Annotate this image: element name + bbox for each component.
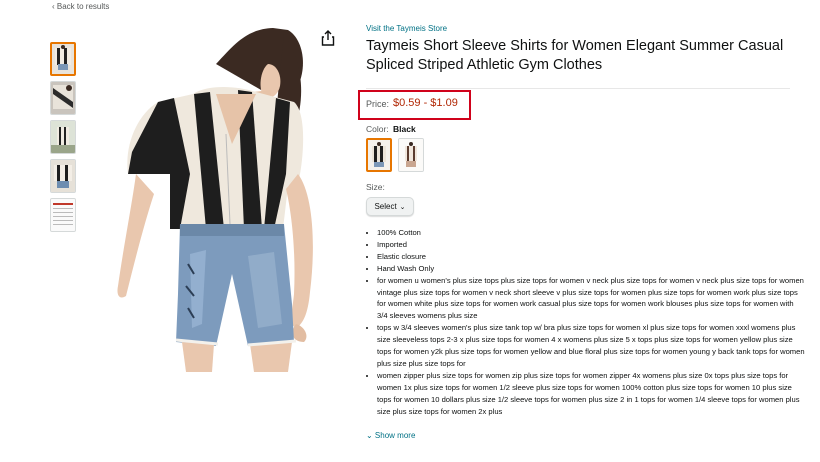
size-chart-thumbnail[interactable]	[50, 198, 76, 232]
color-label: Color:	[366, 124, 389, 134]
show-more-link[interactable]: ⌄ Show more	[366, 431, 415, 440]
product-title: Taymeis Short Sleeve Shirts for Women El…	[366, 38, 784, 73]
share-icon[interactable]	[321, 30, 335, 46]
thumbnail-strip	[50, 42, 78, 237]
chevron-down-icon: ⌄	[399, 203, 406, 211]
size-label: Size:	[366, 182, 385, 192]
color-swatch-black[interactable]	[366, 138, 392, 172]
divider	[366, 88, 790, 89]
bullet-item: women zipper plus size tops for women zi…	[377, 370, 805, 418]
size-select-label: Select	[374, 202, 397, 211]
color-swatch-alt[interactable]	[398, 138, 424, 172]
product-main-image[interactable]	[98, 24, 330, 372]
bullet-item: 100% Cotton	[377, 227, 805, 239]
bullet-item: Elastic closure	[377, 251, 805, 263]
bullet-item: Imported	[377, 239, 805, 251]
thumbnail-image[interactable]	[50, 81, 76, 115]
store-link[interactable]: Visit the Taymeis Store	[366, 24, 447, 33]
color-value: Black	[393, 124, 416, 134]
price-label: Price:	[366, 99, 390, 109]
thumbnail-image[interactable]	[50, 159, 76, 193]
about-item-bullets: 100% Cotton Imported Elastic closure Han…	[366, 227, 805, 418]
bullet-item: Hand Wash Only	[377, 263, 805, 275]
price-value: $0.59 - $1.09	[393, 97, 458, 109]
size-select-dropdown[interactable]: Select ⌄	[366, 197, 414, 216]
bullet-item: tops w 3/4 sleeves women's plus size tan…	[377, 322, 805, 370]
back-to-results-link[interactable]: ‹ Back to results	[52, 2, 109, 11]
thumbnail-image[interactable]	[50, 120, 76, 154]
thumbnail-image[interactable]	[50, 42, 76, 76]
bullet-item: for women u women's plus size tops plus …	[377, 275, 805, 323]
